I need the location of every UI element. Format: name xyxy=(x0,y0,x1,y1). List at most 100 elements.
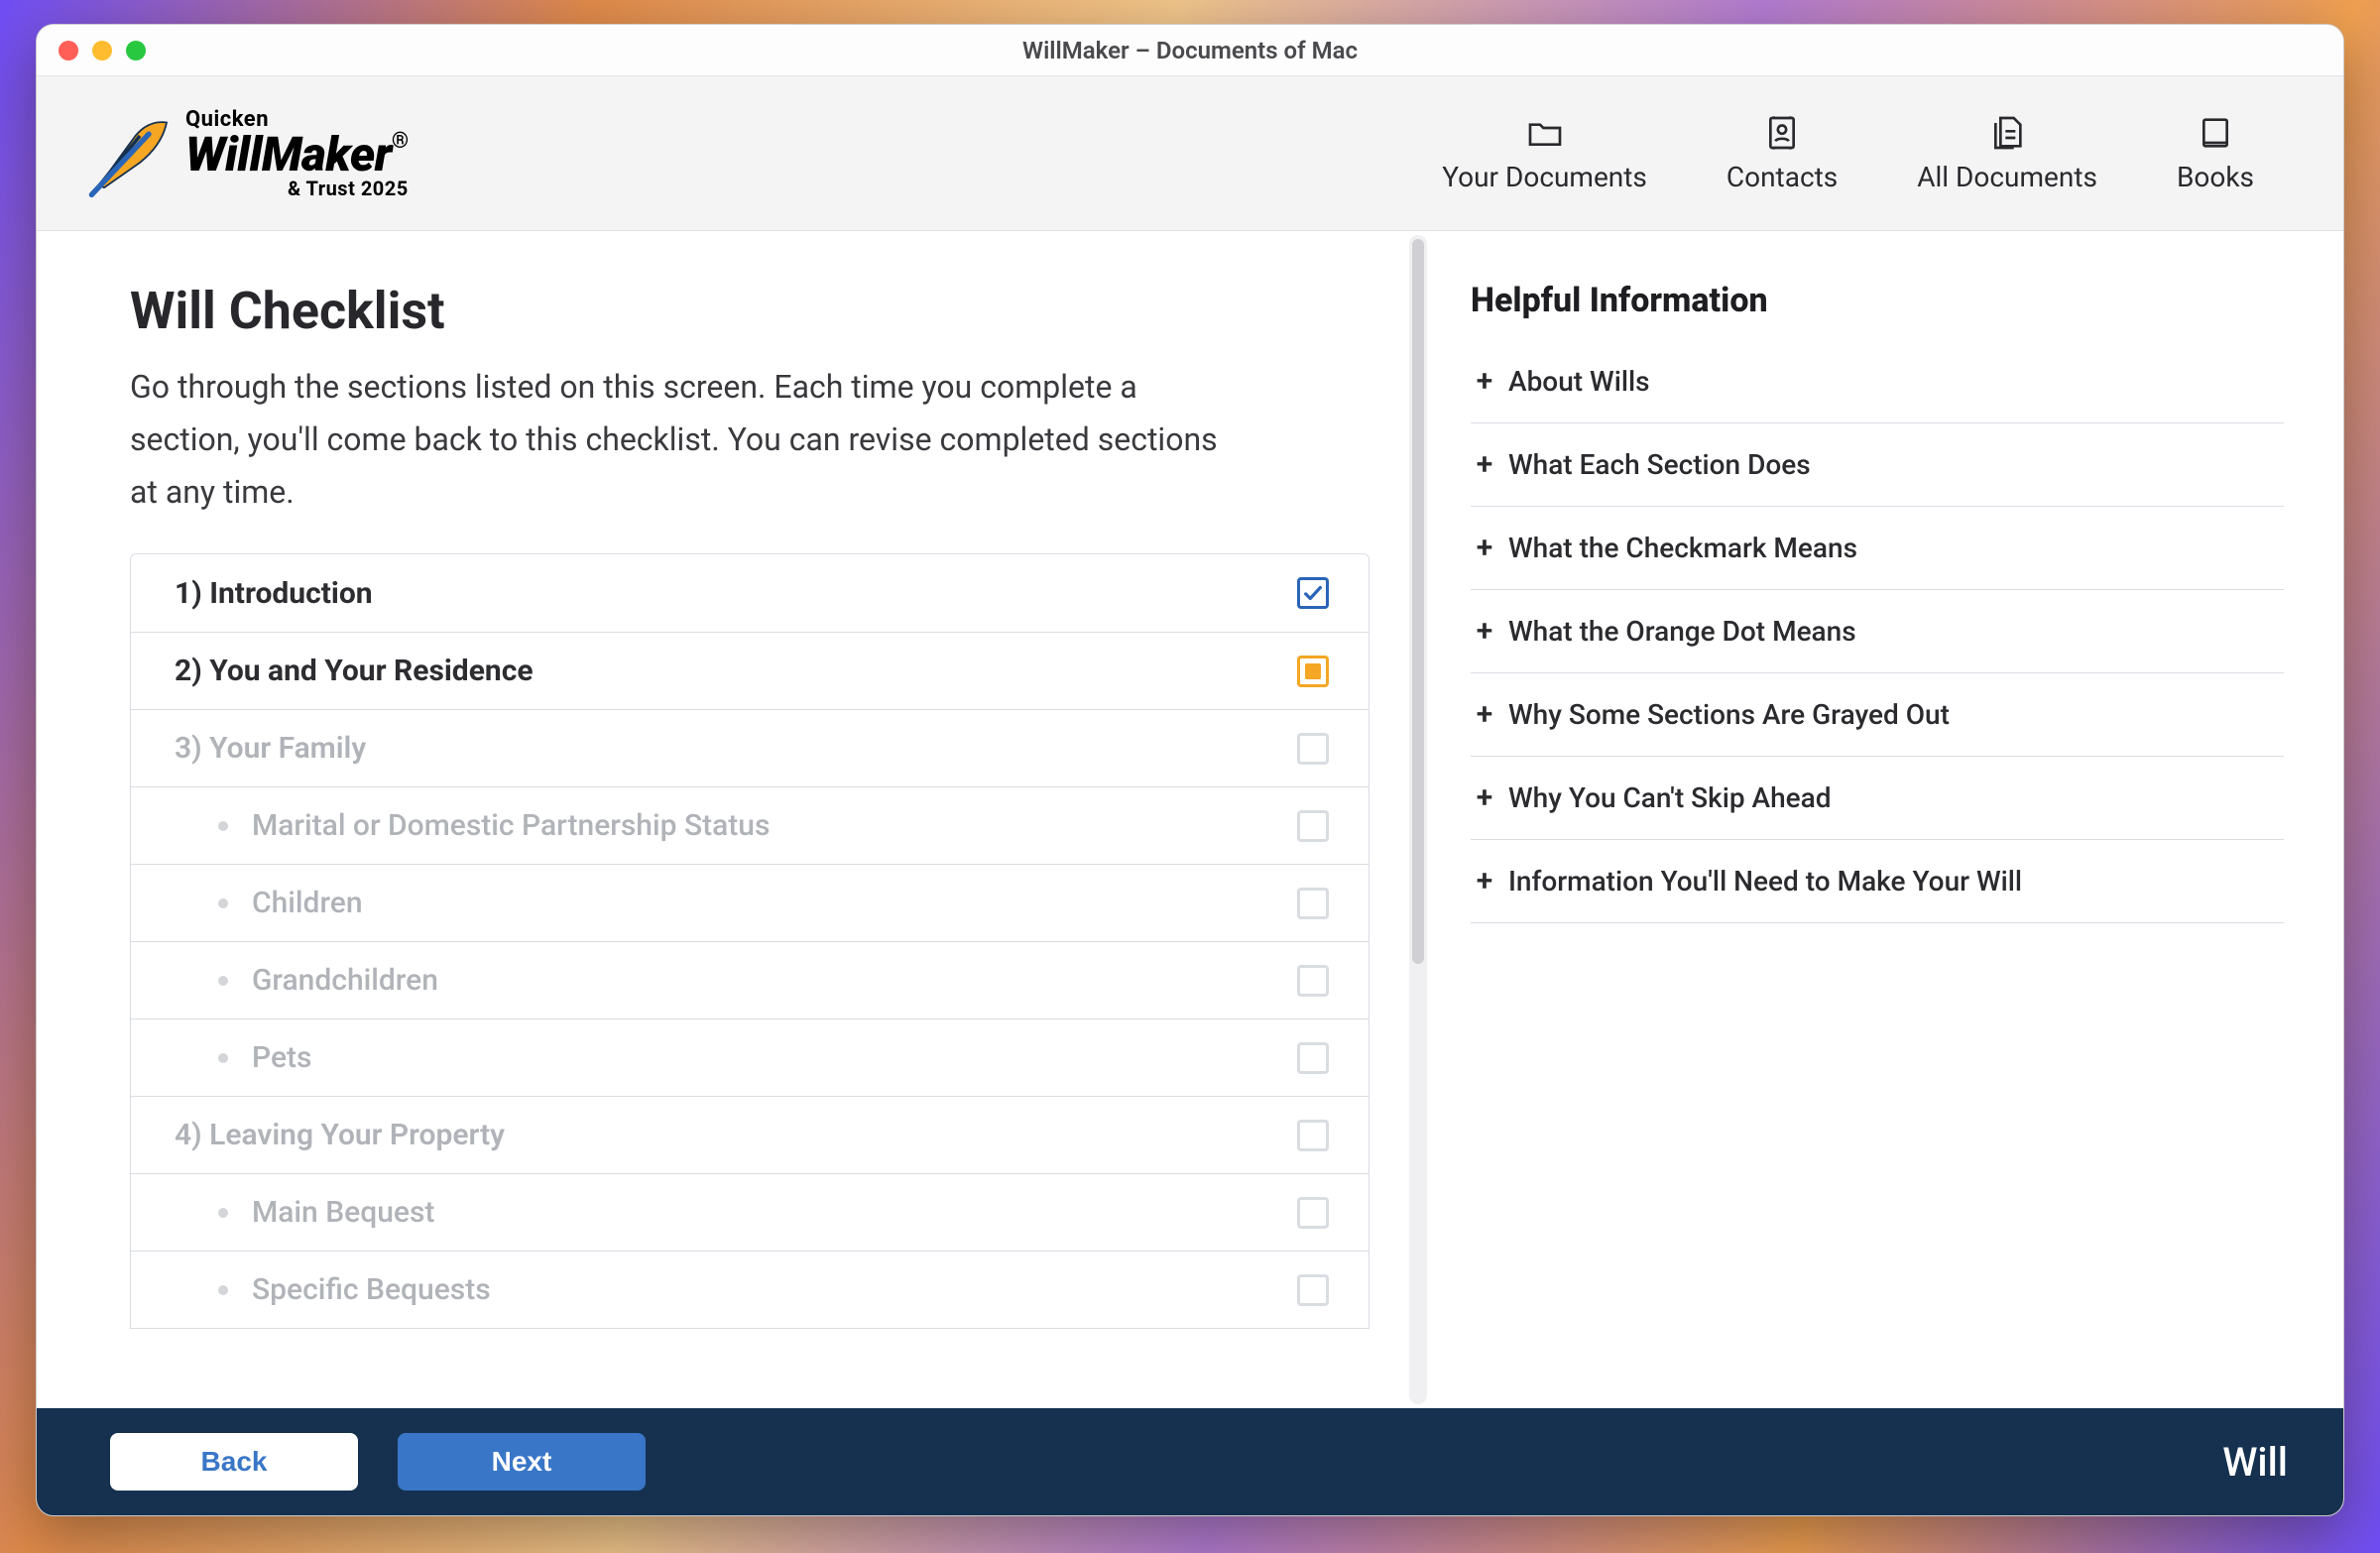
help-item[interactable]: + What Each Section Does xyxy=(1471,423,2284,507)
checkbox-empty-icon xyxy=(1297,733,1329,765)
checklist-row[interactable]: 1) Introduction xyxy=(131,554,1368,632)
app-logo: Quicken WillMaker® & Trust 2025 xyxy=(86,109,409,198)
checklist-label: 3) Your Family xyxy=(175,731,366,766)
titlebar: WillMaker – Documents of Mac xyxy=(37,25,2343,76)
help-item-label: What the Checkmark Means xyxy=(1508,532,1857,564)
checkbox-empty-icon xyxy=(1297,965,1329,997)
checklist-row: 3) Your Family xyxy=(131,709,1368,786)
help-item-label: Why You Can't Skip Ahead xyxy=(1508,781,1832,814)
checklist-label: Marital or Domestic Partnership Status xyxy=(175,808,770,843)
scrollbar[interactable] xyxy=(1409,235,1427,1404)
checklist-label-text: 2) You and Your Residence xyxy=(175,654,534,688)
footer: Back Next Will xyxy=(37,1408,2343,1515)
help-title: Helpful Information xyxy=(1471,281,2284,320)
checklist-label-text: 3) Your Family xyxy=(175,731,366,766)
checklist-label: 4) Leaving Your Property xyxy=(175,1118,505,1152)
checkbox-checked-icon xyxy=(1297,577,1329,609)
window-controls xyxy=(59,41,146,60)
expand-icon: + xyxy=(1475,447,1494,482)
book-icon xyxy=(2196,113,2235,153)
help-item[interactable]: + About Wills xyxy=(1471,340,2284,423)
expand-icon: + xyxy=(1475,531,1494,565)
checklist-row: Specific Bequests xyxy=(131,1251,1368,1328)
help-item-label: About Wills xyxy=(1508,365,1650,398)
checklist-row[interactable]: 2) You and Your Residence xyxy=(131,632,1368,709)
help-pane: Helpful Information + About Wills + What Ea… xyxy=(1431,231,2343,1408)
checklist-row: Main Bequest xyxy=(131,1173,1368,1251)
expand-icon: + xyxy=(1475,780,1494,815)
nav-all-documents[interactable]: All Documents xyxy=(1917,113,2097,193)
expand-icon: + xyxy=(1475,697,1494,732)
help-item[interactable]: + What the Checkmark Means xyxy=(1471,507,2284,590)
footer-doc-type: Will xyxy=(2222,1439,2288,1486)
checklist-label-text: Pets xyxy=(252,1040,311,1075)
checklist-label-text: Children xyxy=(252,886,363,920)
help-item[interactable]: + What the Orange Dot Means xyxy=(1471,590,2284,673)
zoom-window-button[interactable] xyxy=(126,41,146,60)
expand-icon: + xyxy=(1475,614,1494,649)
page-description: Go through the sections listed on this s… xyxy=(130,361,1241,518)
help-item[interactable]: + Information You'll Need to Make Your Wi… xyxy=(1471,840,2284,923)
checklist-label: Specific Bequests xyxy=(175,1272,491,1307)
toolbar: Quicken WillMaker® & Trust 2025 Your Doc… xyxy=(37,76,2343,231)
back-button[interactable]: Back xyxy=(110,1433,358,1491)
help-list: + About Wills + What Each Section Does + What… xyxy=(1471,340,2284,923)
bullet-icon xyxy=(218,1053,228,1063)
main-pane: Will Checklist Go through the sections l… xyxy=(37,231,1409,1408)
bullet-icon xyxy=(218,976,228,986)
bullet-icon xyxy=(218,1208,228,1218)
help-item-label: Information You'll Need to Make Your Wil… xyxy=(1508,865,2022,897)
nav-your-documents[interactable]: Your Documents xyxy=(1442,113,1647,193)
expand-icon: + xyxy=(1475,364,1494,399)
checkbox-empty-icon xyxy=(1297,1042,1329,1074)
checklist-row: Pets xyxy=(131,1018,1368,1096)
checklist-label: Grandchildren xyxy=(175,963,438,998)
help-item[interactable]: + Why Some Sections Are Grayed Out xyxy=(1471,673,2284,757)
checkbox-empty-icon xyxy=(1297,888,1329,919)
checkbox-empty-icon xyxy=(1297,1274,1329,1306)
checklist-label-text: Specific Bequests xyxy=(252,1272,491,1307)
toolbar-nav: Your Documents Contacts All Documents Bo… xyxy=(1442,113,2294,193)
bullet-icon xyxy=(218,898,228,908)
close-window-button[interactable] xyxy=(59,41,78,60)
brand-willmaker: WillMaker® xyxy=(185,131,409,179)
app-window: WillMaker – Documents of Mac Quicken Wil… xyxy=(36,24,2344,1516)
checkbox-empty-icon xyxy=(1297,1120,1329,1151)
folder-icon xyxy=(1525,113,1565,153)
checklist-row: Children xyxy=(131,864,1368,941)
checklist-label: 2) You and Your Residence xyxy=(175,654,534,688)
checklist-label: 1) Introduction xyxy=(175,576,373,611)
help-item[interactable]: + Why You Can't Skip Ahead xyxy=(1471,757,2284,840)
feather-icon xyxy=(86,109,176,198)
checklist-label: Pets xyxy=(175,1040,311,1075)
contacts-icon xyxy=(1762,113,1802,153)
checkbox-empty-icon xyxy=(1297,810,1329,842)
expand-icon: + xyxy=(1475,864,1494,898)
bullet-icon xyxy=(218,821,228,831)
nav-contacts[interactable]: Contacts xyxy=(1726,113,1838,193)
checklist-label: Children xyxy=(175,886,363,920)
help-item-label: Why Some Sections Are Grayed Out xyxy=(1508,698,1950,731)
help-item-label: What Each Section Does xyxy=(1508,448,1811,481)
scrollbar-thumb[interactable] xyxy=(1412,239,1424,964)
checklist-label-text: Grandchildren xyxy=(252,963,438,998)
nav-books[interactable]: Books xyxy=(2177,113,2254,193)
nav-label: Books xyxy=(2177,161,2254,193)
checklist-row: Marital or Domestic Partnership Status xyxy=(131,786,1368,864)
checklist-label-text: Main Bequest xyxy=(252,1195,434,1230)
logo-text: Quicken WillMaker® & Trust 2025 xyxy=(185,109,409,198)
checkbox-empty-icon xyxy=(1297,1197,1329,1229)
checklist: 1) Introduction 2) You and Your Residence… xyxy=(130,553,1369,1329)
checklist-label-text: Marital or Domestic Partnership Status xyxy=(252,808,770,843)
nav-label: Your Documents xyxy=(1442,161,1647,193)
checklist-label-text: 1) Introduction xyxy=(175,576,373,611)
checklist-row: 4) Leaving Your Property xyxy=(131,1096,1368,1173)
nav-label: Contacts xyxy=(1726,161,1838,193)
checklist-label: Main Bequest xyxy=(175,1195,434,1230)
content-area: Will Checklist Go through the sections l… xyxy=(37,231,2343,1408)
help-item-label: What the Orange Dot Means xyxy=(1508,615,1856,648)
checklist-row: Grandchildren xyxy=(131,941,1368,1018)
next-button[interactable]: Next xyxy=(398,1433,646,1491)
minimize-window-button[interactable] xyxy=(92,41,112,60)
checklist-label-text: 4) Leaving Your Property xyxy=(175,1118,505,1152)
